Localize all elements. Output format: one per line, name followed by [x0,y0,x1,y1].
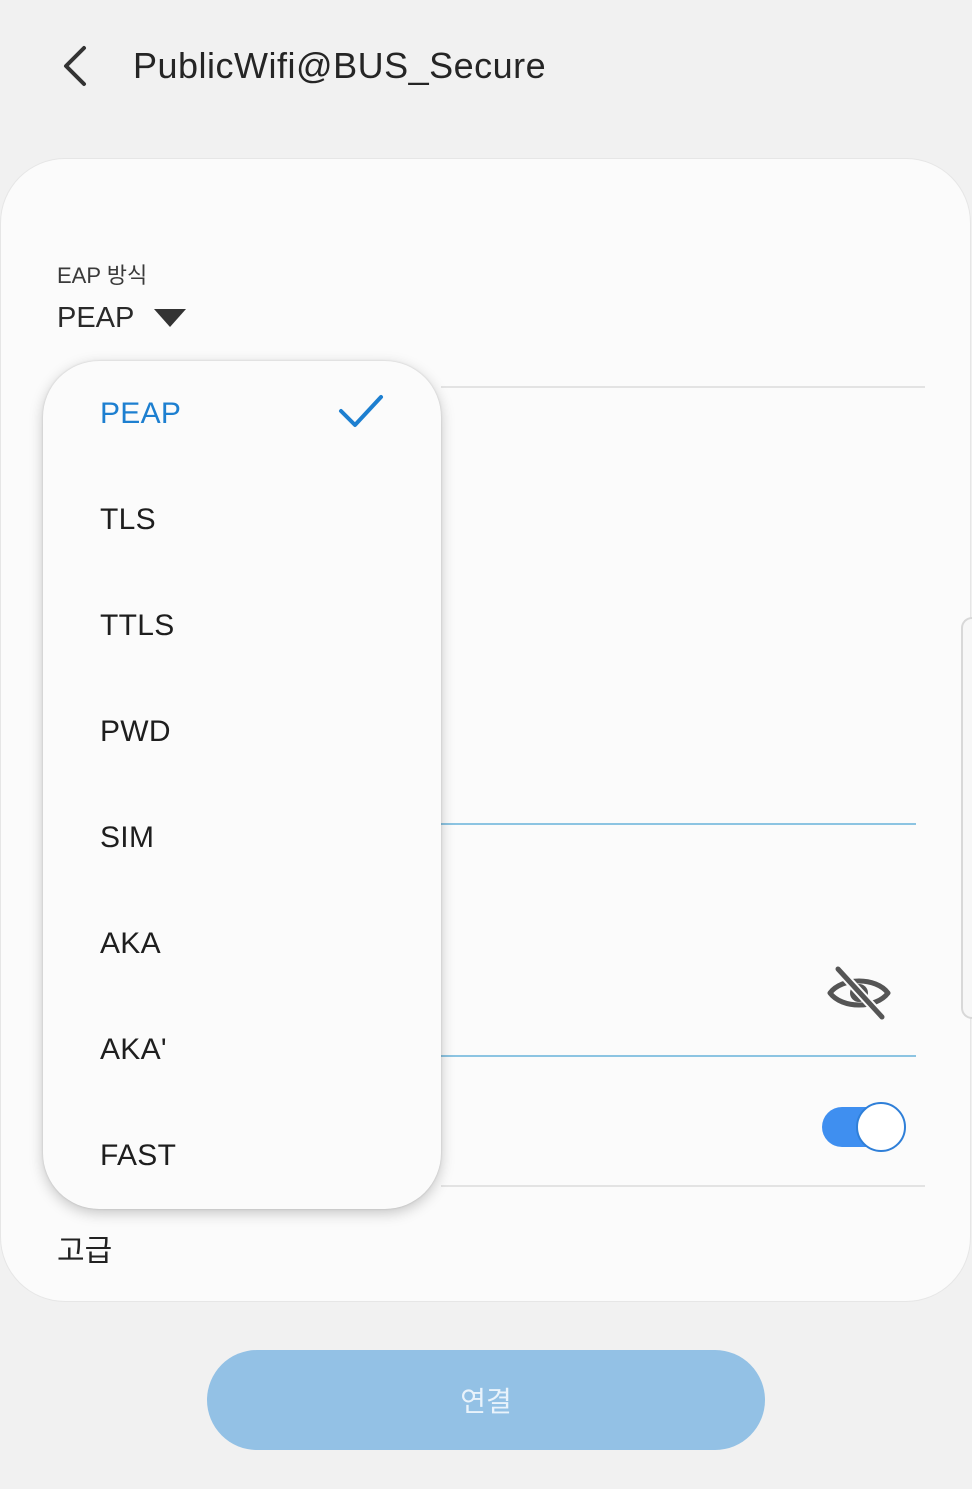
option-label: PWD [100,715,171,748]
eap-method-value: PEAP [57,301,135,334]
dropdown-option-peap[interactable]: PEAP [43,361,441,467]
option-label: AKA [100,927,161,960]
option-label: TTLS [100,609,175,642]
edge-panel-handle[interactable] [961,617,972,1019]
app-bar: PublicWifi@BUS_Secure [0,0,972,132]
option-label: FAST [100,1139,177,1172]
input-underline [441,823,916,825]
network-title: PublicWifi@BUS_Secure [133,45,547,86]
divider [441,1185,925,1187]
eap-method-dropdown: PEAP TLS TTLS PWD SIM AKA AKA' FAST [43,361,441,1209]
eap-method-label: EAP 방식 [57,263,148,288]
eap-method-select[interactable]: PEAP [57,298,187,338]
option-label: TLS [100,503,156,536]
password-underline [441,1055,916,1057]
dropdown-option-ttls[interactable]: TTLS [43,573,441,679]
option-label: PEAP [100,397,182,430]
option-label: AKA' [100,1033,167,1066]
dropdown-option-aka-prime[interactable]: AKA' [43,997,441,1103]
dropdown-option-fast[interactable]: FAST [43,1103,441,1209]
dropdown-option-aka[interactable]: AKA [43,891,441,997]
chevron-left-icon [64,46,86,86]
divider [441,386,925,388]
option-label: SIM [100,821,155,854]
eye-off-icon [827,964,891,1022]
connect-button-label: 연결 [460,1386,512,1417]
dropdown-option-tls[interactable]: TLS [43,467,441,573]
dropdown-arrow-icon [154,309,187,327]
checkmark-icon [339,395,383,427]
toggle-knob [856,1102,906,1152]
password-visibility-button[interactable] [824,962,894,1024]
advanced-option[interactable]: 고급 [57,1226,112,1270]
switch-toggle[interactable] [822,1102,908,1152]
back-button[interactable] [50,38,100,94]
connect-button[interactable]: 연결 [207,1350,765,1450]
dropdown-option-sim[interactable]: SIM [43,785,441,891]
dropdown-option-pwd[interactable]: PWD [43,679,441,785]
